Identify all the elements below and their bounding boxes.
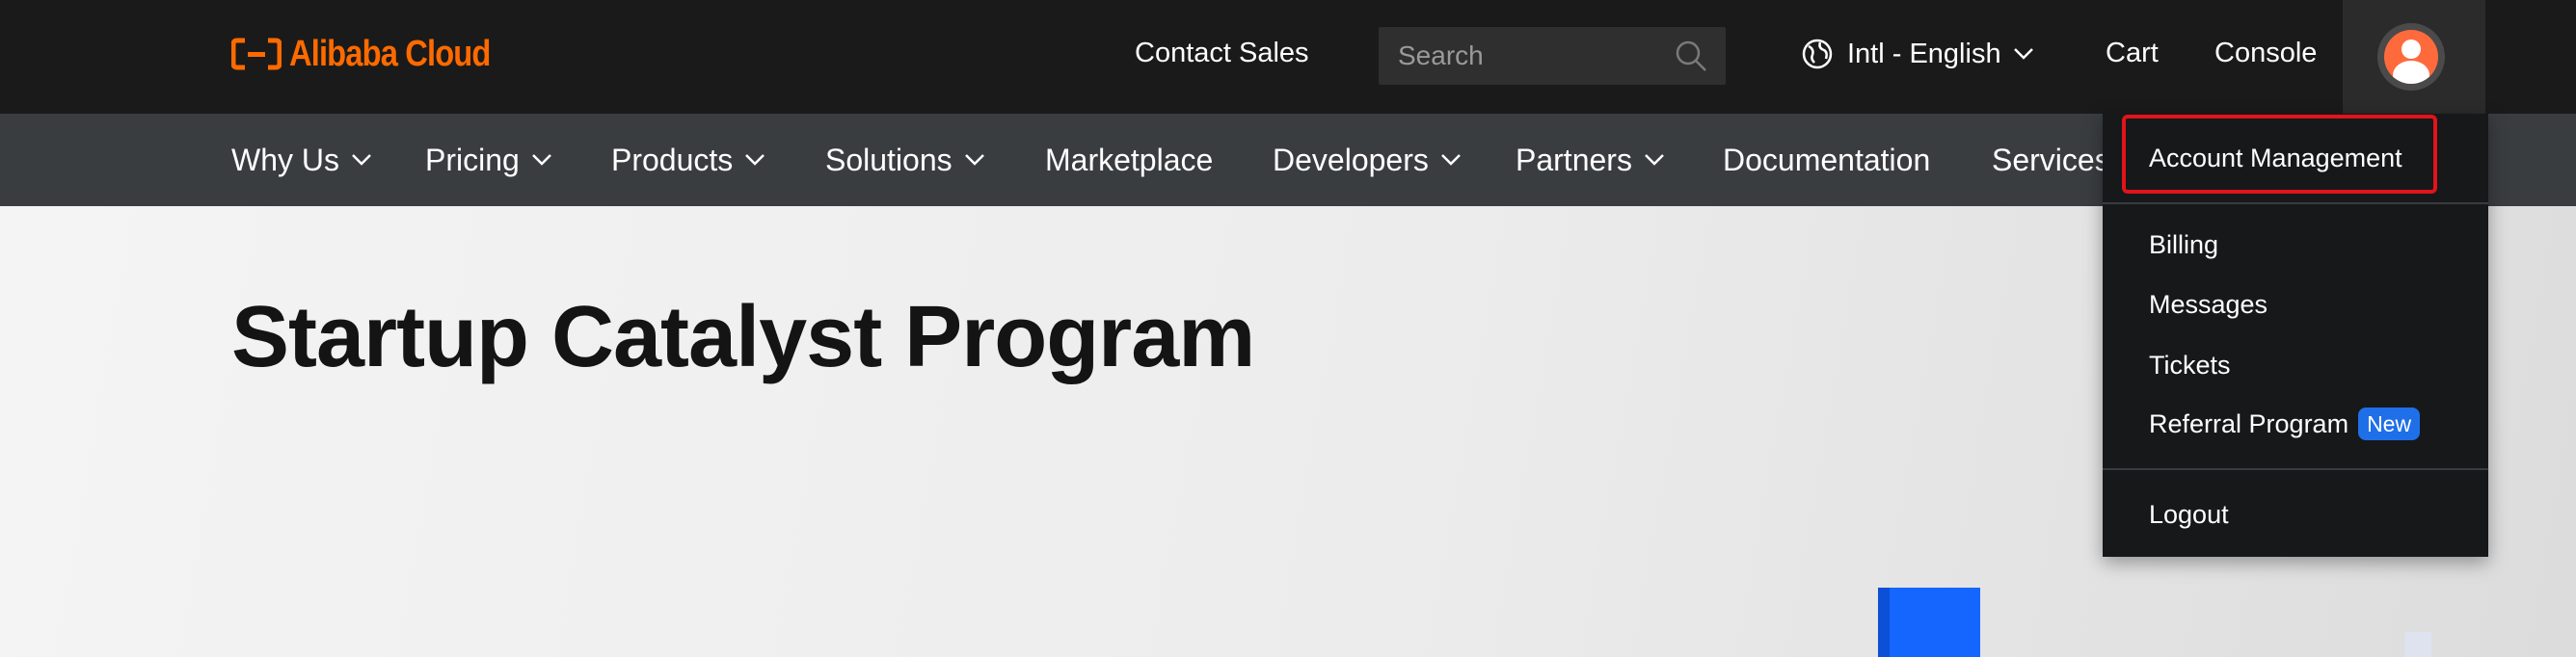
avatar[interactable] xyxy=(2377,23,2445,91)
nav-item-why-us[interactable]: Why Us xyxy=(231,143,372,177)
alibaba-cloud-logo[interactable]: Alibaba Cloud xyxy=(231,33,523,75)
menu-item-billing[interactable]: Billing xyxy=(2149,229,2218,260)
language-label: Intl - English xyxy=(1847,38,2001,69)
menu-item-label: Logout xyxy=(2149,500,2229,529)
new-badge: New xyxy=(2358,407,2421,440)
menu-item-messages[interactable]: Messages xyxy=(2149,289,2267,320)
chevron-down-icon xyxy=(1440,154,1461,166)
nav-item-label: Why Us xyxy=(231,143,339,177)
menu-divider xyxy=(2103,202,2488,204)
menu-item-label: Billing xyxy=(2149,230,2219,259)
menu-item-tickets[interactable]: Tickets xyxy=(2149,350,2231,381)
top-bar: Alibaba Cloud Contact Sales Intl - Engli… xyxy=(0,0,2576,114)
search-icon[interactable] xyxy=(1674,39,1708,73)
nav-item-pricing[interactable]: Pricing xyxy=(425,143,552,177)
nav-item-solutions[interactable]: Solutions xyxy=(825,143,985,177)
globe-icon xyxy=(1802,39,1833,69)
page-title: Startup Catalyst Program xyxy=(231,289,1255,385)
chevron-down-icon xyxy=(352,154,371,166)
menu-item-logout[interactable]: Logout xyxy=(2149,499,2229,530)
nav-item-marketplace[interactable]: Marketplace xyxy=(1045,143,1213,177)
nav-item-label: Marketplace xyxy=(1045,143,1214,177)
nav-item-services[interactable]: Services xyxy=(1992,143,2110,177)
chevron-down-icon xyxy=(2013,48,2033,60)
contact-sales-link[interactable]: Contact Sales xyxy=(1135,37,1309,69)
nav-item-label: Documentation xyxy=(1723,143,1931,177)
chevron-down-icon xyxy=(1645,154,1664,166)
nav-item-partners[interactable]: Partners xyxy=(1516,143,1665,177)
menu-item-label: Referral Program xyxy=(2149,409,2349,438)
hero-illustration xyxy=(1878,588,1980,657)
menu-divider xyxy=(2103,468,2488,470)
nav-item-label: Partners xyxy=(1516,143,1632,177)
hero-decoration xyxy=(2404,632,2431,657)
user-avatar-icon xyxy=(2384,30,2438,84)
nav-item-label: Developers xyxy=(1273,143,1429,177)
nav-item-products[interactable]: Products xyxy=(611,143,765,177)
console-link[interactable]: Console xyxy=(2214,37,2317,69)
menu-item-label: Messages xyxy=(2149,290,2268,319)
menu-item-label: Tickets xyxy=(2149,351,2231,380)
search-box[interactable] xyxy=(1379,27,1726,85)
nav-item-developers[interactable]: Developers xyxy=(1273,143,1462,177)
nav-item-label: Pricing xyxy=(425,143,520,177)
logo-text: Alibaba Cloud xyxy=(289,33,491,74)
language-selector[interactable]: Intl - English xyxy=(1801,35,2034,73)
menu-item-referral-program[interactable]: Referral Program New xyxy=(2149,407,2421,440)
chevron-down-icon xyxy=(964,154,984,166)
chevron-down-icon xyxy=(531,154,551,166)
chevron-down-icon xyxy=(745,154,765,166)
alibaba-logo-icon xyxy=(231,38,282,70)
highlight-box xyxy=(2122,115,2437,194)
cart-link[interactable]: Cart xyxy=(2106,37,2159,69)
nav-item-label: Solutions xyxy=(825,143,953,177)
nav-item-label: Services xyxy=(1992,143,2110,177)
account-avatar-button[interactable] xyxy=(2343,0,2485,114)
nav-item-label: Products xyxy=(611,143,734,177)
search-input[interactable] xyxy=(1398,27,1658,85)
nav-item-documentation[interactable]: Documentation xyxy=(1723,143,1930,177)
